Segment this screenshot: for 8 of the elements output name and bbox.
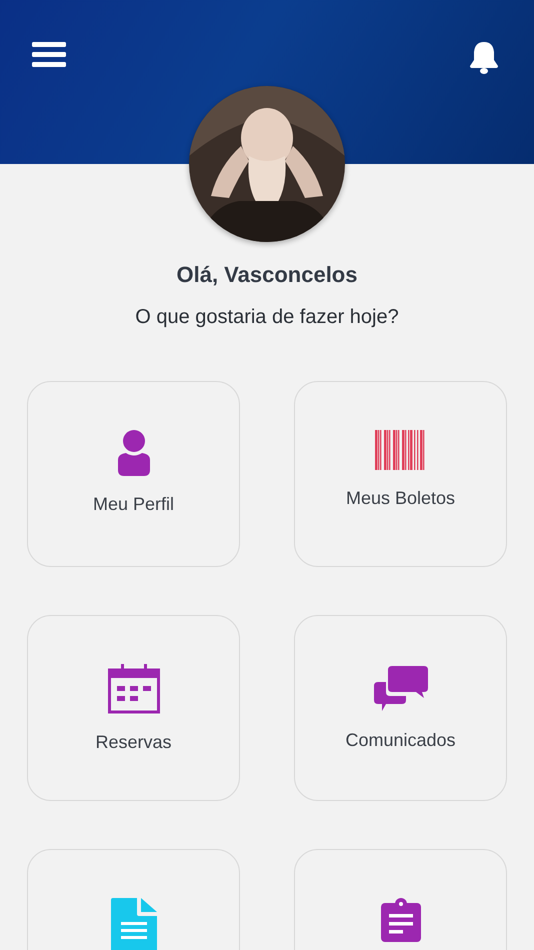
menu-tile[interactable]: Reservas [27,615,240,801]
menu-tile[interactable]: Meus Boletos [294,381,507,567]
menu-tile[interactable]: Comunicados [294,615,507,801]
menu-icon[interactable] [32,42,66,68]
menu-tile[interactable]: Meu Perfil [27,381,240,567]
greeting-title: Olá, Vasconcelos [176,262,358,288]
subtitle: O que gostaria de fazer hoje? [135,306,399,329]
bell-icon[interactable] [470,42,498,74]
